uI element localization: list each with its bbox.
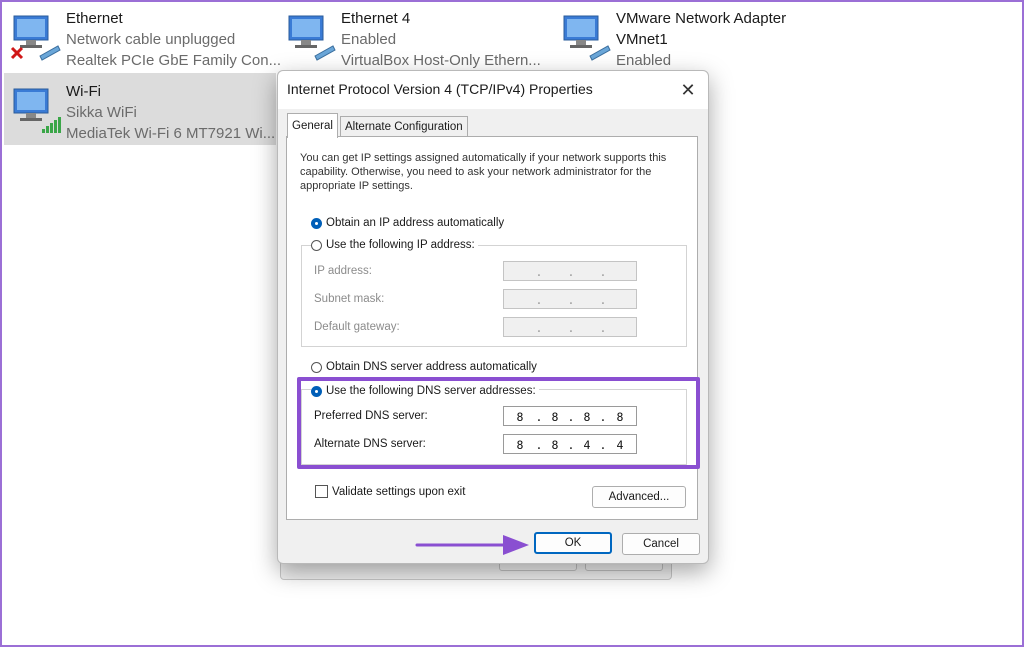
wifi-adapter-icon [13, 88, 61, 133]
adapter-device: MediaTek Wi-Fi 6 MT7921 Wi... [66, 125, 276, 142]
arrow-icon [415, 535, 529, 555]
adapter-ethernet[interactable]: Ethernet Network cable unplugged Realtek… [4, 0, 281, 70]
advanced-button[interactable]: Advanced... [592, 486, 686, 508]
adapter-status: Network cable unplugged [66, 31, 236, 48]
adapter-wifi[interactable]: Wi-Fi Sikka WiFi MediaTek Wi-Fi 6 MT7921… [4, 73, 276, 145]
network-adapter-icon [563, 15, 611, 61]
default-gateway-input: ... [503, 317, 637, 337]
adapter-name: VMware Network Adapter [616, 10, 787, 27]
subnet-mask-input: ... [503, 289, 637, 309]
ip-address-input: ... [503, 261, 637, 281]
title-bar: Internet Protocol Version 4 (TCP/IPv4) P… [278, 71, 708, 109]
adapter-status: Enabled [341, 31, 397, 48]
adapter-name-line2: VMnet1 [616, 31, 668, 48]
radio-dns-automatic[interactable]: Obtain DNS server address automatically [311, 361, 537, 373]
radio-ip-manual[interactable]: Use the following IP address: [311, 239, 478, 251]
adapter-name: Ethernet 4 [341, 10, 411, 27]
close-icon[interactable]: ✕ [674, 77, 702, 103]
radio-unselected-icon [311, 361, 322, 373]
checkbox-label: Validate settings upon exit [332, 485, 466, 498]
tab-general[interactable]: General [287, 113, 338, 138]
subnet-mask-label: Subnet mask: [314, 293, 385, 305]
network-adapter-icon [288, 15, 336, 61]
radio-ip-automatic[interactable]: Obtain an IP address automatically [311, 217, 504, 229]
tab-alternate-configuration[interactable]: Alternate Configuration [340, 116, 468, 137]
adapter-network: Sikka WiFi [66, 104, 137, 121]
ok-button[interactable]: OK [534, 532, 612, 554]
ip-address-label: IP address: [314, 265, 372, 277]
dns-highlight-box [297, 377, 700, 469]
adapter-name: Ethernet [66, 10, 123, 27]
dialog-title: Internet Protocol Version 4 (TCP/IPv4) P… [287, 81, 593, 97]
adapter-device: Realtek PCIe GbE Family Con... [66, 52, 282, 69]
network-adapter-disconnected-icon [10, 15, 61, 61]
adapter-ethernet-4[interactable]: Ethernet 4 Enabled VirtualBox Host-Only … [279, 0, 549, 70]
adapter-name: Wi-Fi [66, 83, 101, 100]
radio-label: Obtain an IP address automatically [326, 217, 505, 229]
validate-settings-checkbox[interactable]: Validate settings upon exit [315, 485, 465, 498]
adapter-status: Enabled [616, 52, 672, 69]
adapter-device: VirtualBox Host-Only Ethern... [341, 52, 541, 69]
description-text: You can get IP settings assigned automat… [300, 152, 667, 192]
checkbox-unchecked-icon [315, 485, 328, 498]
adapter-vmware[interactable]: VMware Network Adapter VMnet1 Enabled [554, 0, 824, 70]
radio-label: Use the following IP address: [326, 239, 475, 251]
radio-label: Obtain DNS server address automatically [326, 361, 537, 373]
radio-unselected-icon [311, 239, 322, 251]
ipv4-properties-dialog: Internet Protocol Version 4 (TCP/IPv4) P… [277, 70, 709, 564]
cancel-button[interactable]: Cancel [622, 533, 700, 555]
radio-selected-icon [311, 217, 322, 229]
default-gateway-label: Default gateway: [314, 321, 400, 333]
